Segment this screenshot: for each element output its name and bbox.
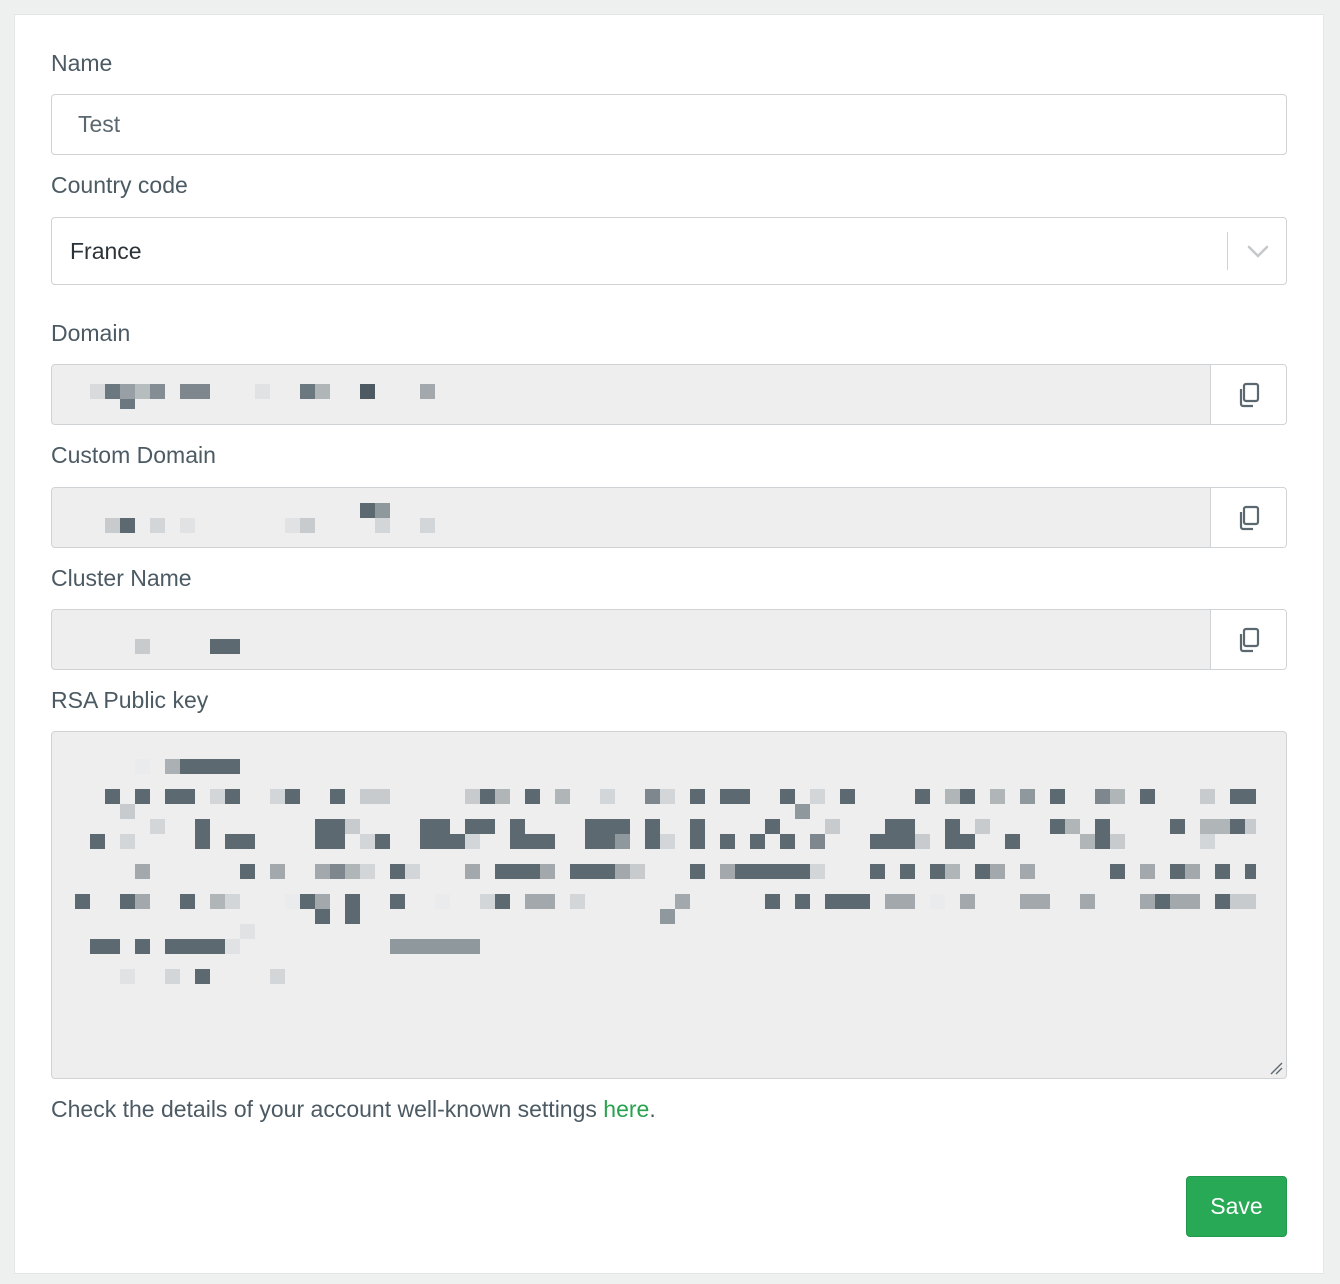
resize-handle-icon[interactable] — [1269, 1061, 1283, 1075]
copy-cluster-name-button[interactable] — [1210, 610, 1286, 669]
cluster-name-field[interactable] — [52, 610, 1211, 669]
domain-field-group — [51, 364, 1287, 425]
help-text: Check the details of your account well-k… — [51, 1096, 656, 1123]
help-text-body: Check the details of your account well-k… — [51, 1096, 604, 1122]
domain-label: Domain — [51, 320, 131, 346]
well-known-settings-link[interactable]: here — [603, 1096, 649, 1122]
copy-icon — [1239, 382, 1259, 407]
cluster-name-field-group — [51, 609, 1287, 670]
country-code-label: Country code — [51, 172, 188, 198]
custom-domain-field[interactable] — [52, 488, 1211, 547]
help-text-suffix: . — [649, 1096, 656, 1122]
rsa-public-key-textarea[interactable] — [51, 731, 1287, 1079]
save-button[interactable]: Save — [1186, 1176, 1287, 1237]
name-label: Name — [51, 50, 113, 76]
copy-icon — [1239, 627, 1259, 652]
cluster-name-label: Cluster Name — [51, 565, 192, 591]
custom-domain-label: Custom Domain — [51, 442, 216, 468]
chevron-down-icon[interactable] — [1244, 236, 1272, 266]
custom-domain-field-group — [51, 487, 1287, 548]
domain-field[interactable] — [52, 365, 1211, 424]
copy-domain-button[interactable] — [1210, 365, 1286, 424]
rsa-public-key-label: RSA Public key — [51, 687, 209, 713]
country-code-select[interactable]: France — [51, 217, 1287, 285]
country-code-value: France — [70, 238, 142, 264]
select-separator — [1227, 232, 1228, 270]
copy-icon — [1239, 505, 1259, 530]
name-input[interactable] — [51, 94, 1287, 155]
copy-custom-domain-button[interactable] — [1210, 488, 1286, 547]
